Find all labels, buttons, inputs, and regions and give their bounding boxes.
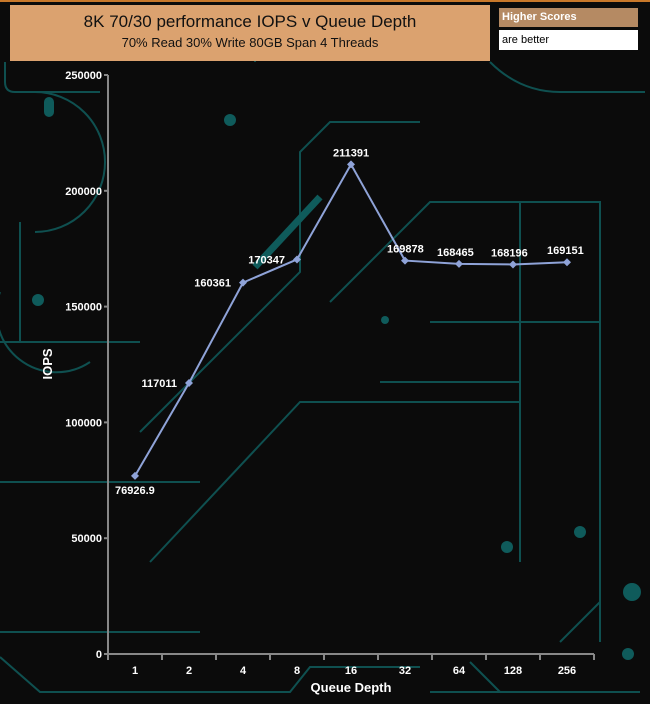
y-tick-label: 200000: [65, 186, 102, 198]
y-axis-title: IOPS: [40, 348, 55, 379]
data-label: 168196: [491, 247, 528, 259]
y-tick-label: 100000: [65, 417, 102, 429]
data-label: 170347: [248, 254, 285, 266]
data-label: 169878: [387, 244, 424, 256]
x-tick-label: 8: [294, 665, 300, 677]
data-point: [239, 278, 247, 287]
x-tick-label: 2: [186, 665, 192, 677]
x-tick-label: 256: [558, 665, 576, 677]
data-point: [293, 255, 301, 264]
x-tick-label: 32: [399, 665, 411, 677]
y-tick-label: 250000: [65, 70, 102, 82]
x-tick-label: 1: [132, 665, 138, 677]
data-label: 76926.9: [115, 485, 155, 497]
x-tick-label: 64: [453, 665, 466, 677]
data-label: 169151: [547, 245, 584, 257]
y-tick-label: 50000: [71, 533, 102, 545]
data-point: [347, 160, 355, 169]
data-point: [185, 379, 193, 388]
data-point: [131, 471, 139, 480]
x-axis-title: Queue Depth: [311, 680, 392, 695]
x-tick-label: 16: [345, 665, 357, 677]
plot-area: 0 50000 100000 150000 200000 250000 1 2 4 8 16 32 64…: [40, 70, 595, 695]
data-label: 168465: [437, 247, 474, 259]
data-label: 211391: [333, 147, 369, 159]
x-tick-label: 4: [240, 665, 247, 677]
y-tick-label: 0: [96, 649, 102, 661]
data-point: [401, 256, 409, 265]
data-label: 160361: [194, 278, 231, 290]
series-line: [134, 162, 568, 477]
chart-container: 8K 70/30 performance IOPS v Queue Depth …: [0, 0, 650, 704]
data-point: [509, 260, 517, 269]
x-tick-label: 128: [504, 665, 522, 677]
data-label: 117011: [142, 378, 178, 390]
y-tick-label: 150000: [65, 302, 102, 314]
data-point: [563, 258, 571, 267]
data-point: [455, 259, 463, 268]
